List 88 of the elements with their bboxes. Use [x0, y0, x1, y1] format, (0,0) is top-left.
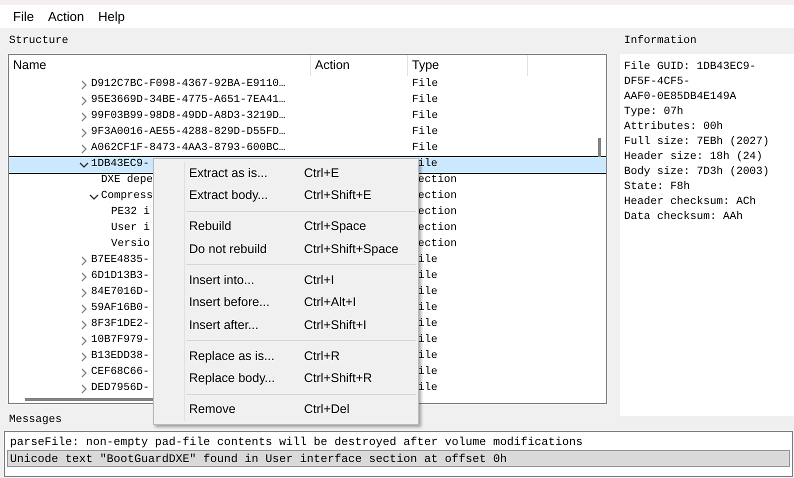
column-header[interactable]: Name: [9, 54, 311, 76]
expand-icon[interactable]: [79, 112, 89, 122]
node-name[interactable]: DXE depe: [101, 172, 153, 189]
menu-item[interactable]: Insert into... Ctrl+I: [156, 269, 416, 292]
node-name[interactable]: User i: [111, 220, 150, 237]
scrollbar-thumb[interactable]: [598, 138, 601, 156]
node-name[interactable]: Compress: [101, 188, 153, 205]
menu-item[interactable]: File: [6, 4, 41, 28]
menu-item[interactable]: Insert before... Ctrl+Alt+I: [156, 291, 416, 314]
node-name[interactable]: Versio: [111, 236, 150, 253]
node-type: File: [411, 77, 439, 92]
info-line: Body size: 7D3h (2003): [624, 164, 770, 180]
info-line: Full size: 7EBh (2027): [624, 134, 770, 150]
node-name[interactable]: D912C7BC-F098-4367-92BA-E9110…: [91, 76, 286, 93]
expand-icon[interactable]: [79, 272, 89, 282]
menu-item[interactable]: Help: [91, 4, 132, 28]
node-type: ile: [417, 253, 438, 268]
column-header[interactable]: Action: [311, 54, 408, 76]
info-line: Data checksum: AAh: [624, 210, 744, 224]
expand-icon[interactable]: [79, 96, 89, 106]
group-title: Messages: [8, 413, 63, 428]
node-type: File: [411, 109, 439, 124]
node-type: ection: [417, 221, 458, 236]
info-line: State: F8h: [624, 180, 692, 194]
node-type: File: [411, 125, 439, 140]
info-line: Type: 07h: [624, 104, 684, 120]
node-name[interactable]: 8F3F1DE2-: [91, 316, 150, 333]
node-name[interactable]: CEF68C66-: [91, 364, 150, 381]
expand-icon[interactable]: [79, 80, 89, 90]
menu-item[interactable]: Replace as is... Ctrl+R: [156, 345, 416, 368]
node-name[interactable]: 99F03B99-98D8-49DD-A8D3-3219D…: [91, 108, 286, 125]
message-line[interactable]: parseFile: non-empty pad-file contents will be destroyed after volume modifications: [7, 432, 790, 450]
expand-icon[interactable]: [79, 288, 89, 298]
info-line: AAF0-0E85DB4E149A: [624, 90, 738, 104]
menu-item[interactable]: Extract body... Ctrl+Shift+E: [156, 184, 416, 207]
node-name[interactable]: 6D1D13B3-: [91, 268, 150, 285]
menu-item[interactable]: Extract as is... Ctrl+E: [156, 162, 416, 184]
expand-icon[interactable]: [79, 352, 89, 362]
node-type: File: [411, 93, 439, 108]
menu-item[interactable]: Do not rebuild Ctrl+Shift+Space: [156, 238, 416, 260]
menu-item[interactable]: Action: [40, 4, 92, 28]
column-header[interactable]: Type: [408, 54, 528, 76]
info-line: Attributes: 00h: [624, 120, 724, 134]
node-type: ection: [417, 237, 458, 252]
menu-item[interactable]: Rebuild Ctrl+Space: [156, 216, 416, 238]
node-name[interactable]: PE32 i: [111, 204, 150, 221]
node-type: File: [411, 141, 439, 156]
collapse-icon[interactable]: [89, 192, 99, 202]
menu-item[interactable]: Remove Ctrl+Del: [156, 398, 416, 421]
node-type: ile: [417, 317, 438, 332]
expand-icon[interactable]: [79, 128, 89, 138]
expand-icon[interactable]: [79, 368, 89, 378]
node-type: ile: [417, 157, 438, 172]
node-name[interactable]: B7EE4835-: [91, 252, 150, 269]
node-type: ile: [417, 349, 438, 364]
node-name[interactable]: 59AF16B0-: [91, 300, 150, 317]
menu-item[interactable]: Replace body... Ctrl+Shift+R: [156, 367, 416, 390]
node-type: ile: [417, 269, 438, 284]
info-line: DF5F-4CF5-: [624, 74, 692, 90]
node-name[interactable]: 10B7F979-: [91, 332, 150, 349]
expand-icon[interactable]: [79, 256, 89, 266]
expand-icon[interactable]: [79, 336, 89, 346]
node-type: ile: [417, 285, 438, 300]
menu-item[interactable]: Insert after... Ctrl+Shift+I: [156, 314, 416, 336]
node-type: ile: [417, 301, 438, 316]
expand-icon[interactable]: [79, 304, 89, 314]
node-type: ection: [417, 205, 458, 220]
node-name[interactable]: DED7956D-: [91, 380, 150, 397]
node-name[interactable]: B13EDD38-: [91, 348, 150, 365]
node-name[interactable]: 9F3A0016-AE55-4288-829D-D55FD…: [91, 124, 286, 141]
node-name[interactable]: 95E3669D-34BE-4775-A651-7EA41…: [91, 92, 286, 109]
info-line: Header checksum: ACh: [624, 194, 758, 210]
node-type: ection: [417, 173, 458, 188]
node-name[interactable]: 84E7016D-: [91, 284, 150, 301]
expand-icon[interactable]: [79, 144, 89, 154]
group-title: Information: [623, 34, 698, 49]
node-type: ile: [417, 381, 438, 396]
expand-icon[interactable]: [79, 384, 89, 394]
info-line: File GUID: 1DB43EC9-: [624, 60, 758, 74]
collapse-icon[interactable]: [79, 160, 89, 170]
group-title: Structure: [8, 34, 70, 49]
node-name[interactable]: A062CF1F-8473-4AA3-8793-600BC…: [91, 140, 286, 157]
info-line: Header size: 18h (24): [624, 150, 764, 164]
node-type: ile: [417, 365, 438, 380]
expand-icon[interactable]: [79, 320, 89, 330]
node-type: ile: [417, 333, 438, 348]
node-type: ection: [417, 189, 458, 204]
node-name[interactable]: 1DB43EC9-: [91, 156, 150, 173]
